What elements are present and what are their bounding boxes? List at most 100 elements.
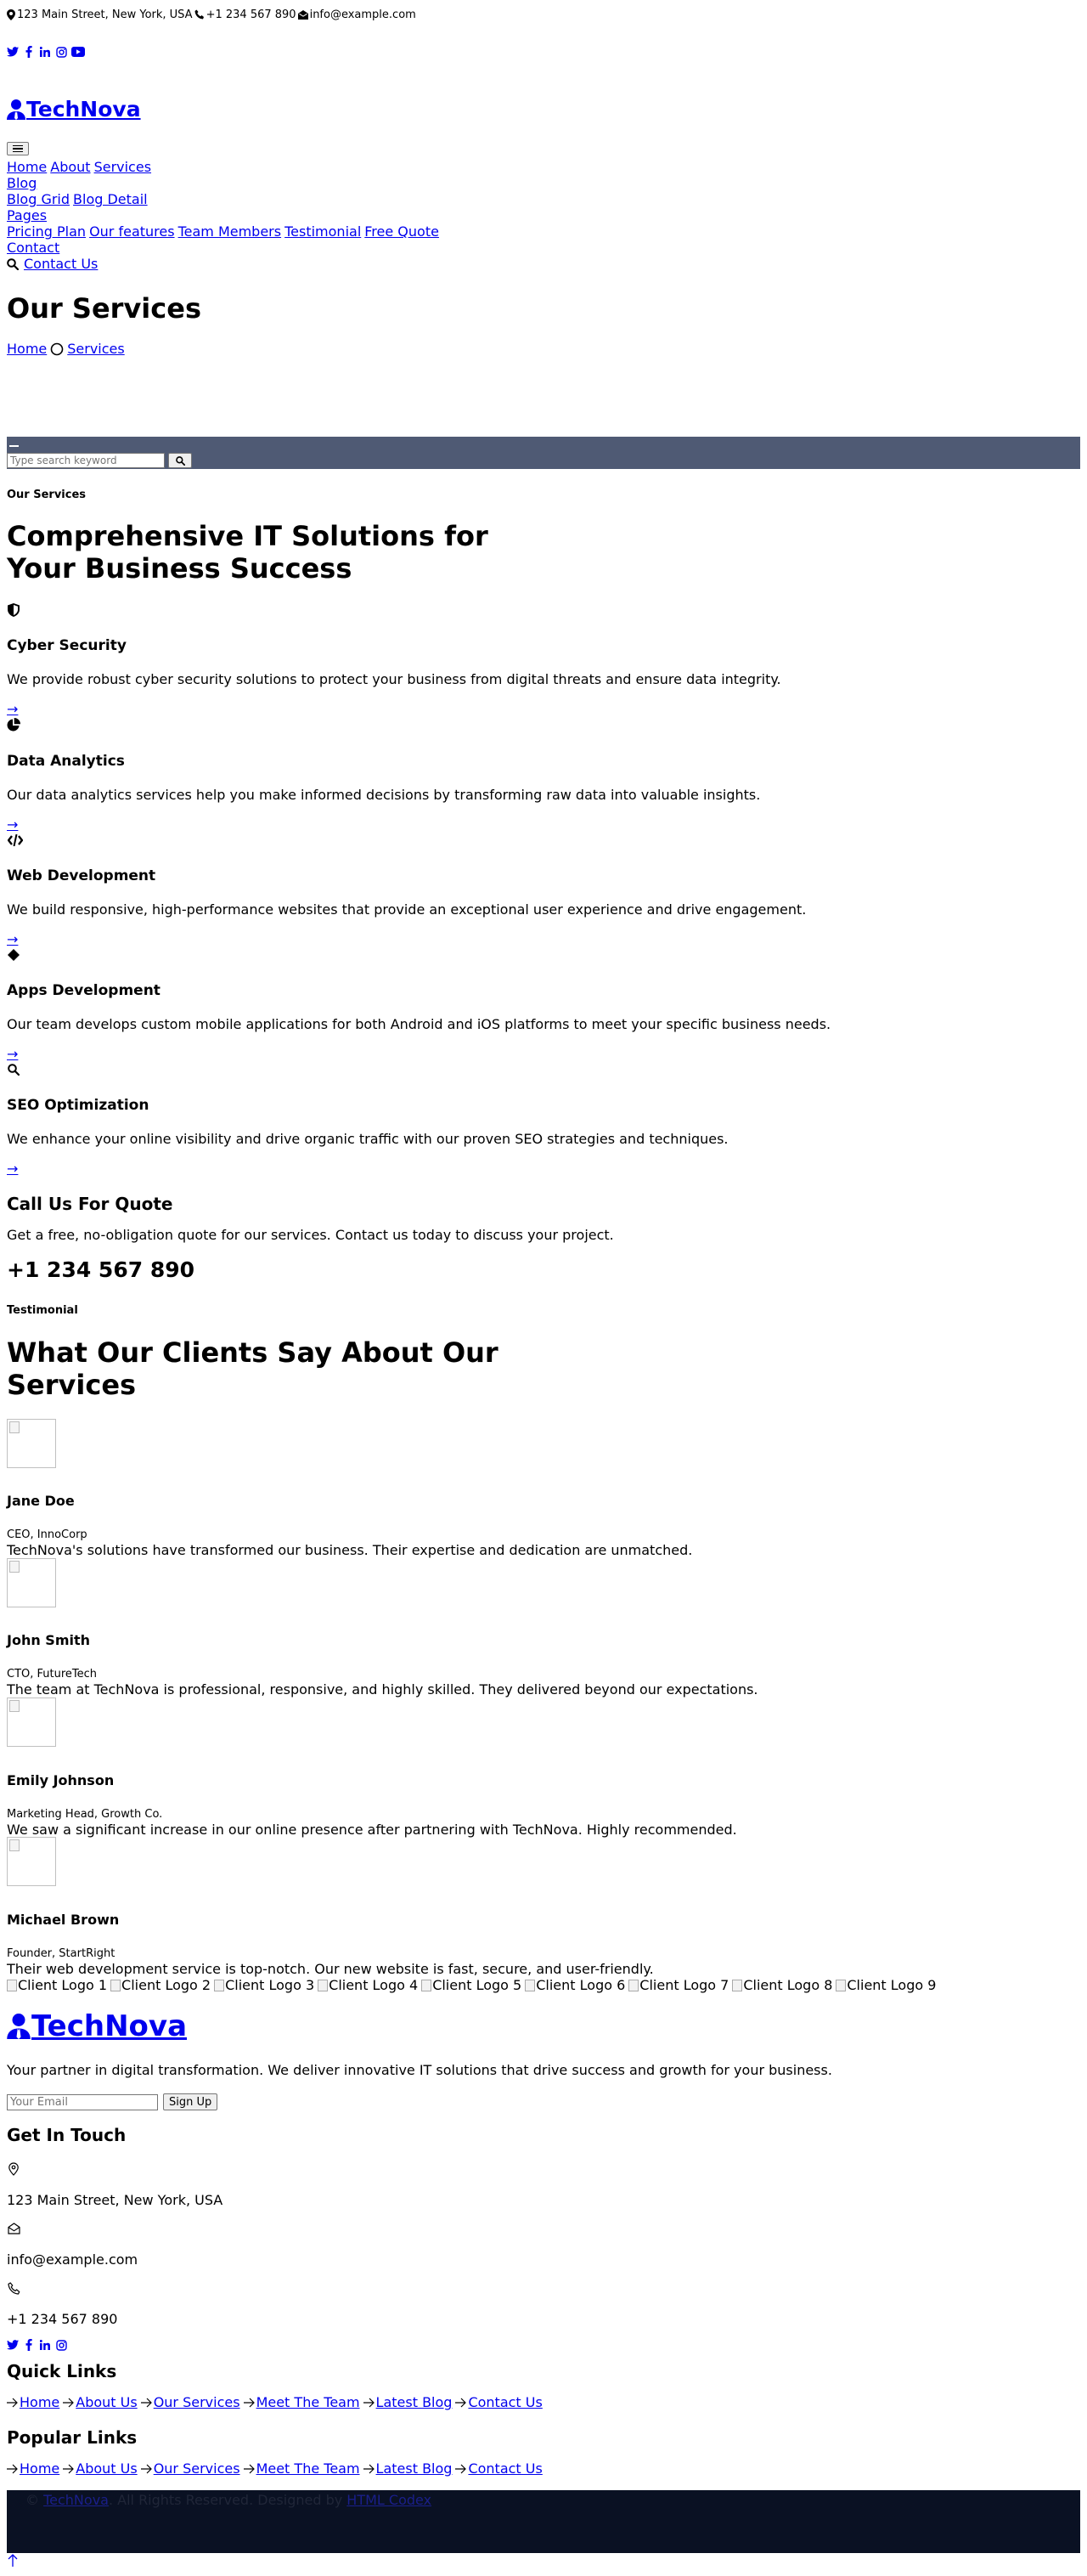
testimonial-text: TechNova's solutions have transformed ou… [7, 1542, 693, 1558]
client-logo: Client Logo 1 [7, 1977, 107, 1993]
breadcrumb: Home Services [7, 341, 1080, 357]
hamburger-line [13, 148, 23, 150]
nav-about[interactable]: About [50, 159, 90, 175]
footer-brand-logo[interactable]: TechNova [7, 2009, 187, 2043]
service-description: Our data analytics services help you mak… [7, 787, 761, 803]
social-links-top [7, 44, 1080, 59]
nav-blog-detail[interactable]: Blog Detail [73, 191, 148, 207]
breadcrumb-home[interactable]: Home [7, 341, 47, 357]
footer-link[interactable]: Latest Blog [363, 2394, 452, 2410]
instagram-icon[interactable] [55, 2338, 67, 2352]
testimonial-name: Jane Doe [7, 1493, 75, 1509]
broken-image-icon [836, 1979, 847, 1991]
service-link-arrow[interactable]: → [7, 1161, 18, 1177]
instagram-icon[interactable] [55, 45, 67, 59]
close-icon[interactable] [9, 445, 19, 447]
nav-services[interactable]: Services [94, 159, 151, 175]
facebook-icon[interactable] [23, 2338, 35, 2352]
nav-free-quote[interactable]: Free Quote [364, 223, 439, 240]
user-tie-icon [7, 99, 25, 120]
page-title: Our Services [7, 292, 201, 325]
search-button[interactable] [168, 453, 192, 468]
newsletter-signup-button[interactable]: Sign Up [163, 2093, 218, 2110]
client-logos: Client Logo 1 Client Logo 2 Client Logo … [7, 1977, 1080, 1993]
service-title: Data Analytics [7, 753, 125, 770]
search-input[interactable] [7, 453, 165, 468]
brand-logo[interactable]: TechNova [7, 97, 141, 121]
avatar [7, 1698, 56, 1747]
nav-our-features[interactable]: Our features [89, 223, 175, 240]
footer-link[interactable]: Home [7, 2460, 59, 2477]
code-icon [7, 833, 24, 847]
search-icon [7, 1063, 20, 1076]
search-icon[interactable] [7, 257, 19, 271]
nav-contact[interactable]: Contact [7, 240, 59, 256]
footer-link[interactable]: Home [7, 2394, 59, 2410]
service-description: We build responsive, high-performance we… [7, 901, 807, 918]
back-to-top-arrow-icon[interactable] [7, 2553, 19, 2567]
footer-link[interactable]: Our Services [140, 2460, 240, 2477]
broken-image-icon [214, 1979, 225, 1991]
arrow-right-icon [7, 2464, 18, 2473]
youtube-icon[interactable] [71, 45, 85, 59]
footer-link[interactable]: About Us [63, 2460, 138, 2477]
nav-team-members[interactable]: Team Members [178, 223, 282, 240]
arrow-right-icon [63, 2398, 75, 2407]
pie-chart-icon [7, 718, 20, 732]
client-logo: Client Logo 2 [110, 1977, 211, 1993]
nav-pricing-plan[interactable]: Pricing Plan [7, 223, 86, 240]
footer-link[interactable]: Meet The Team [243, 2394, 360, 2410]
footer-link[interactable]: Meet The Team [243, 2460, 360, 2477]
service-link-arrow[interactable]: → [7, 816, 18, 833]
arrow-right-icon [140, 2398, 152, 2407]
copyright-brand-link[interactable]: TechNova [43, 2492, 109, 2508]
nav-row: Pages [7, 207, 1080, 223]
service-link-arrow[interactable]: → [7, 1046, 18, 1062]
breadcrumb-services[interactable]: Services [67, 341, 124, 357]
footer-link[interactable]: Contact Us [455, 2460, 543, 2477]
broken-image-icon [421, 1979, 432, 1991]
map-marker-icon [7, 8, 15, 20]
service-title: Web Development [7, 867, 156, 884]
linkedin-icon[interactable] [39, 2338, 51, 2352]
twitter-icon[interactable] [7, 45, 19, 59]
footer-link[interactable]: About Us [63, 2394, 138, 2410]
testimonial-role: CEO, InnoCorp [7, 1528, 87, 1541]
twitter-icon[interactable] [7, 2338, 19, 2352]
service-link-arrow[interactable]: → [7, 701, 18, 717]
menu-toggle-button[interactable] [7, 142, 29, 155]
copyright-bar: © TechNova. All Rights Reserved. Designe… [7, 2490, 1080, 2553]
quote-title: Call Us For Quote [7, 1194, 173, 1214]
client-logo: Client Logo 4 [318, 1977, 418, 1993]
footer-link[interactable]: Latest Blog [363, 2460, 452, 2477]
arrow-right-icon [63, 2464, 75, 2473]
map-pin-icon [7, 2162, 20, 2176]
service-link-arrow[interactable]: → [7, 931, 18, 947]
service-title: SEO Optimization [7, 1097, 149, 1114]
hamburger-icon [13, 144, 23, 147]
arrow-right-icon [140, 2464, 152, 2473]
nav-row: Contact [7, 240, 1080, 256]
nav-pages[interactable]: Pages [7, 207, 47, 223]
nav-testimonial[interactable]: Testimonial [284, 223, 361, 240]
nav-blog[interactable]: Blog [7, 175, 37, 191]
nav-blog-grid[interactable]: Blog Grid [7, 191, 70, 207]
arrow-right-icon [455, 2464, 467, 2473]
footer-link[interactable]: Our Services [140, 2394, 240, 2410]
nav-row: Home About Services [7, 159, 1080, 175]
popular-links-title: Popular Links [7, 2427, 138, 2448]
nav-row: Pricing Plan Our features Team Members Test… [7, 223, 1080, 240]
footer-link[interactable]: Contact Us [455, 2394, 543, 2410]
nav-home[interactable]: Home [7, 159, 47, 175]
avatar [7, 1419, 56, 1468]
testimonial-name: Michael Brown [7, 1912, 120, 1928]
hamburger-line [13, 150, 23, 153]
newsletter-email-input[interactable] [7, 2093, 158, 2110]
nav-row: Contact Us [7, 256, 1080, 272]
linkedin-icon[interactable] [39, 45, 51, 59]
designer-link[interactable]: HTML Codex [346, 2492, 431, 2508]
nav-contact-us-button[interactable]: Contact Us [24, 256, 98, 272]
facebook-icon[interactable] [23, 45, 35, 59]
service-description: We enhance your online visibility and dr… [7, 1131, 729, 1147]
broken-image-icon [7, 1979, 17, 1991]
